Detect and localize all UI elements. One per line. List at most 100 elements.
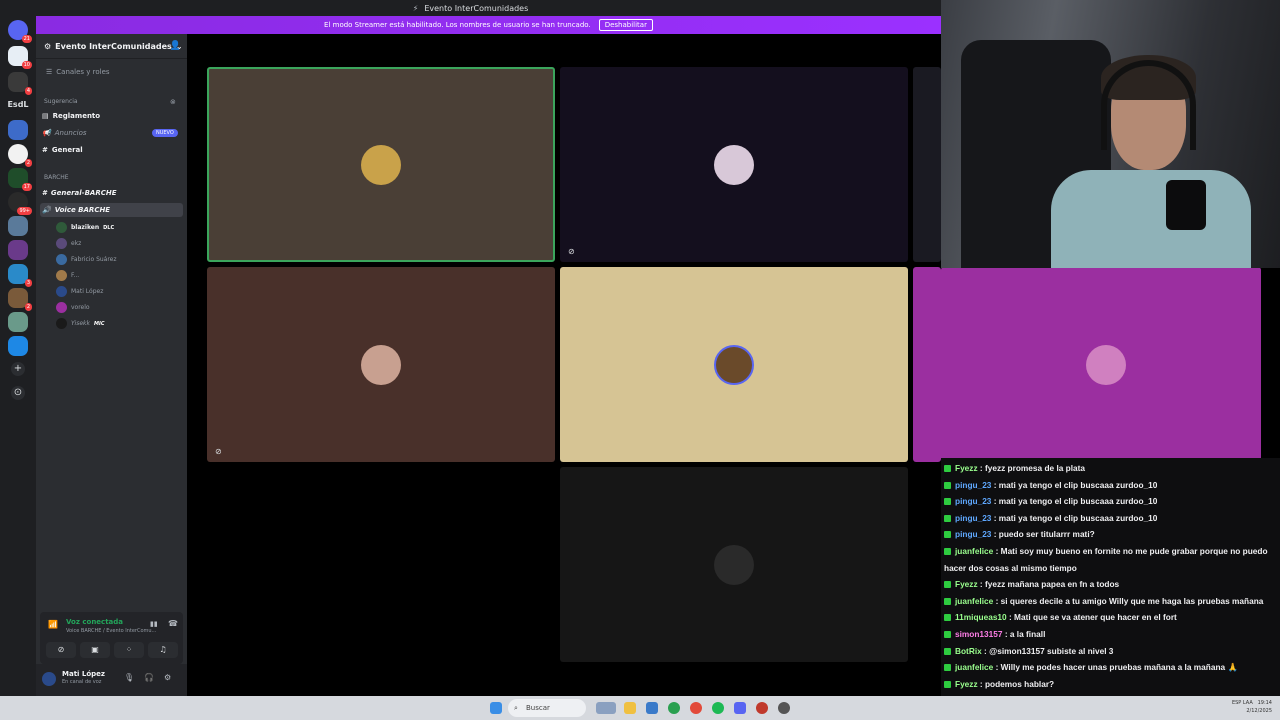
category-barche[interactable]: BARCHE bbox=[44, 174, 69, 181]
channel-voice-barche[interactable]: 🔊 Voice BARCHE bbox=[42, 206, 110, 214]
disconnect-icon[interactable]: ☎ bbox=[168, 619, 178, 628]
voice-user[interactable]: Yisekk MIC bbox=[56, 318, 105, 329]
voice-channel-path[interactable]: Voice BARCHE / Evento InterComu... bbox=[66, 628, 156, 634]
microphone-icon[interactable]: 🎙 bbox=[124, 673, 134, 682]
server-icon[interactable] bbox=[8, 312, 28, 332]
server-icon[interactable]: 2 bbox=[8, 288, 32, 311]
divider bbox=[36, 58, 187, 59]
spotify-icon[interactable] bbox=[712, 702, 724, 714]
channel-reglamento[interactable]: ▤ Reglamento bbox=[42, 112, 100, 120]
app-icon[interactable] bbox=[756, 702, 768, 714]
voice-user[interactable]: Mati López bbox=[56, 286, 103, 297]
chat-text: si queres decile a tu amigo Willy que me… bbox=[1000, 595, 1264, 606]
soundboard-button[interactable]: ♫ bbox=[148, 642, 178, 658]
chat-username[interactable]: 11miqueas10 bbox=[955, 612, 1007, 622]
server-icon[interactable] bbox=[8, 336, 28, 356]
server-icon[interactable] bbox=[8, 216, 28, 236]
participant-tile[interactable]: ⊘ bbox=[560, 67, 908, 262]
channels-roles[interactable]: ☰ Canales y roles bbox=[46, 68, 110, 76]
chat-message: pingu_23 : mati ya tengo el clip buscaaa… bbox=[944, 477, 1276, 494]
chrome-icon[interactable] bbox=[690, 702, 702, 714]
microphone bbox=[1166, 180, 1206, 230]
start-icon[interactable] bbox=[490, 702, 502, 714]
server-icon[interactable] bbox=[8, 120, 28, 140]
voice-user[interactable]: ekz bbox=[56, 238, 81, 249]
channel-general-barche[interactable]: # General-BARCHE bbox=[42, 189, 117, 197]
guild-header[interactable]: ⚙ Evento InterComunidades ⌄ 👤 bbox=[36, 34, 187, 58]
badge-icon bbox=[944, 647, 951, 655]
chat-username[interactable]: simon13157 bbox=[955, 629, 1003, 639]
system-tray[interactable]: ESP LAA 19:14 2/12/2025 bbox=[1232, 699, 1272, 715]
server-icon[interactable]: 99+ bbox=[8, 192, 32, 215]
participant-tile-overflow[interactable] bbox=[941, 267, 1261, 462]
voice-user[interactable]: Fabricio Suárez bbox=[56, 254, 117, 265]
badge-icon bbox=[944, 680, 951, 688]
streamer-body bbox=[1051, 170, 1251, 268]
category-sugerencia[interactable]: Sugerencia bbox=[44, 98, 78, 105]
channel-anuncios[interactable]: 📢 Anuncios bbox=[42, 129, 87, 137]
server-icon[interactable]: 4 bbox=[8, 72, 32, 95]
chat-username[interactable]: juanfelice bbox=[955, 596, 993, 606]
chat-username[interactable]: juanfelice bbox=[955, 546, 993, 556]
avatar bbox=[361, 344, 401, 385]
headphones-icon[interactable]: 🎧 bbox=[144, 673, 154, 682]
explore-icon[interactable]: ⊙ bbox=[11, 386, 25, 400]
chat-username[interactable]: pingu_23 bbox=[955, 529, 991, 539]
discord-icon[interactable] bbox=[734, 702, 746, 714]
screen-share-button[interactable]: ▣ bbox=[80, 642, 110, 658]
server-icon[interactable]: 10 bbox=[8, 46, 32, 69]
server-label[interactable]: EsdL bbox=[0, 100, 36, 109]
server-icon[interactable]: 17 bbox=[8, 168, 32, 191]
avatar[interactable] bbox=[42, 672, 56, 686]
participant-tile[interactable] bbox=[913, 267, 941, 462]
participant-tile[interactable] bbox=[560, 467, 908, 662]
chat-message: BotRix : @simon13157 subiste al nivel 3 bbox=[944, 643, 1276, 660]
server-rail: 21 10 4 EsdL 2 17 99+ 3 2 + ⊙ bbox=[0, 16, 36, 696]
chat-username[interactable]: juanfelice bbox=[955, 662, 993, 672]
channel-general[interactable]: # General bbox=[42, 146, 83, 154]
badge-icon bbox=[944, 514, 951, 522]
participant-tile[interactable] bbox=[560, 267, 908, 462]
server-icon[interactable]: 2 bbox=[8, 144, 32, 167]
voice-user[interactable]: vorelo bbox=[56, 302, 90, 313]
avatar bbox=[56, 286, 67, 297]
folder-icon[interactable] bbox=[624, 702, 636, 714]
badge-icon bbox=[944, 664, 951, 672]
voice-user[interactable]: F... bbox=[56, 270, 79, 281]
chat-username[interactable]: Fyezz bbox=[955, 679, 978, 689]
chat-username[interactable]: Fyezz bbox=[955, 579, 978, 589]
chat-text: puedo ser titularrr mati? bbox=[998, 529, 1095, 540]
search-input[interactable]: ⌕ Buscar bbox=[508, 699, 586, 717]
participant-tile[interactable] bbox=[913, 67, 941, 262]
chat-username[interactable]: Fyezz bbox=[955, 463, 978, 473]
activities-button[interactable]: ⁘ bbox=[114, 642, 144, 658]
participant-tile[interactable] bbox=[207, 67, 555, 262]
settings-icon[interactable]: ⚙ bbox=[164, 673, 171, 682]
chat-username[interactable]: pingu_23 bbox=[955, 496, 991, 506]
disable-streamer-button[interactable]: Deshabilitar bbox=[598, 19, 653, 31]
participant-tile[interactable]: ⊘ bbox=[207, 267, 555, 462]
invite-people-icon[interactable]: 👤 bbox=[170, 41, 181, 51]
server-icon[interactable]: 3 bbox=[8, 264, 32, 287]
badge-icon bbox=[944, 614, 951, 622]
voice-user[interactable]: blaziken DLC bbox=[56, 222, 114, 233]
home-button[interactable]: 21 bbox=[8, 20, 32, 43]
chat-text: mati ya tengo el clip buscaaa zurdoo_10 bbox=[998, 496, 1158, 507]
add-server-icon[interactable]: + bbox=[11, 362, 25, 376]
noise-suppression-icon[interactable]: ▮▮ bbox=[150, 620, 158, 628]
chat-username[interactable]: pingu_23 bbox=[955, 480, 991, 490]
whatsapp-icon[interactable] bbox=[668, 702, 680, 714]
store-icon[interactable] bbox=[646, 702, 658, 714]
chat-message: Fyezz : podemos hablar? bbox=[944, 676, 1276, 693]
user-name[interactable]: Mati López bbox=[62, 670, 105, 678]
chat-username[interactable]: pingu_23 bbox=[955, 513, 991, 523]
widget-icon[interactable] bbox=[596, 702, 616, 714]
server-icon[interactable] bbox=[8, 240, 28, 260]
chat-text: mati ya tengo el clip buscaaa zurdoo_10 bbox=[998, 479, 1158, 490]
chat-username[interactable]: BotRix bbox=[955, 646, 982, 656]
camera-off-button[interactable]: ⊘ bbox=[46, 642, 76, 658]
close-icon[interactable]: ⊗ bbox=[170, 98, 176, 106]
avatar bbox=[56, 270, 67, 281]
app-icon[interactable] bbox=[778, 702, 790, 714]
voice-status[interactable]: Voz conectada bbox=[66, 618, 123, 626]
